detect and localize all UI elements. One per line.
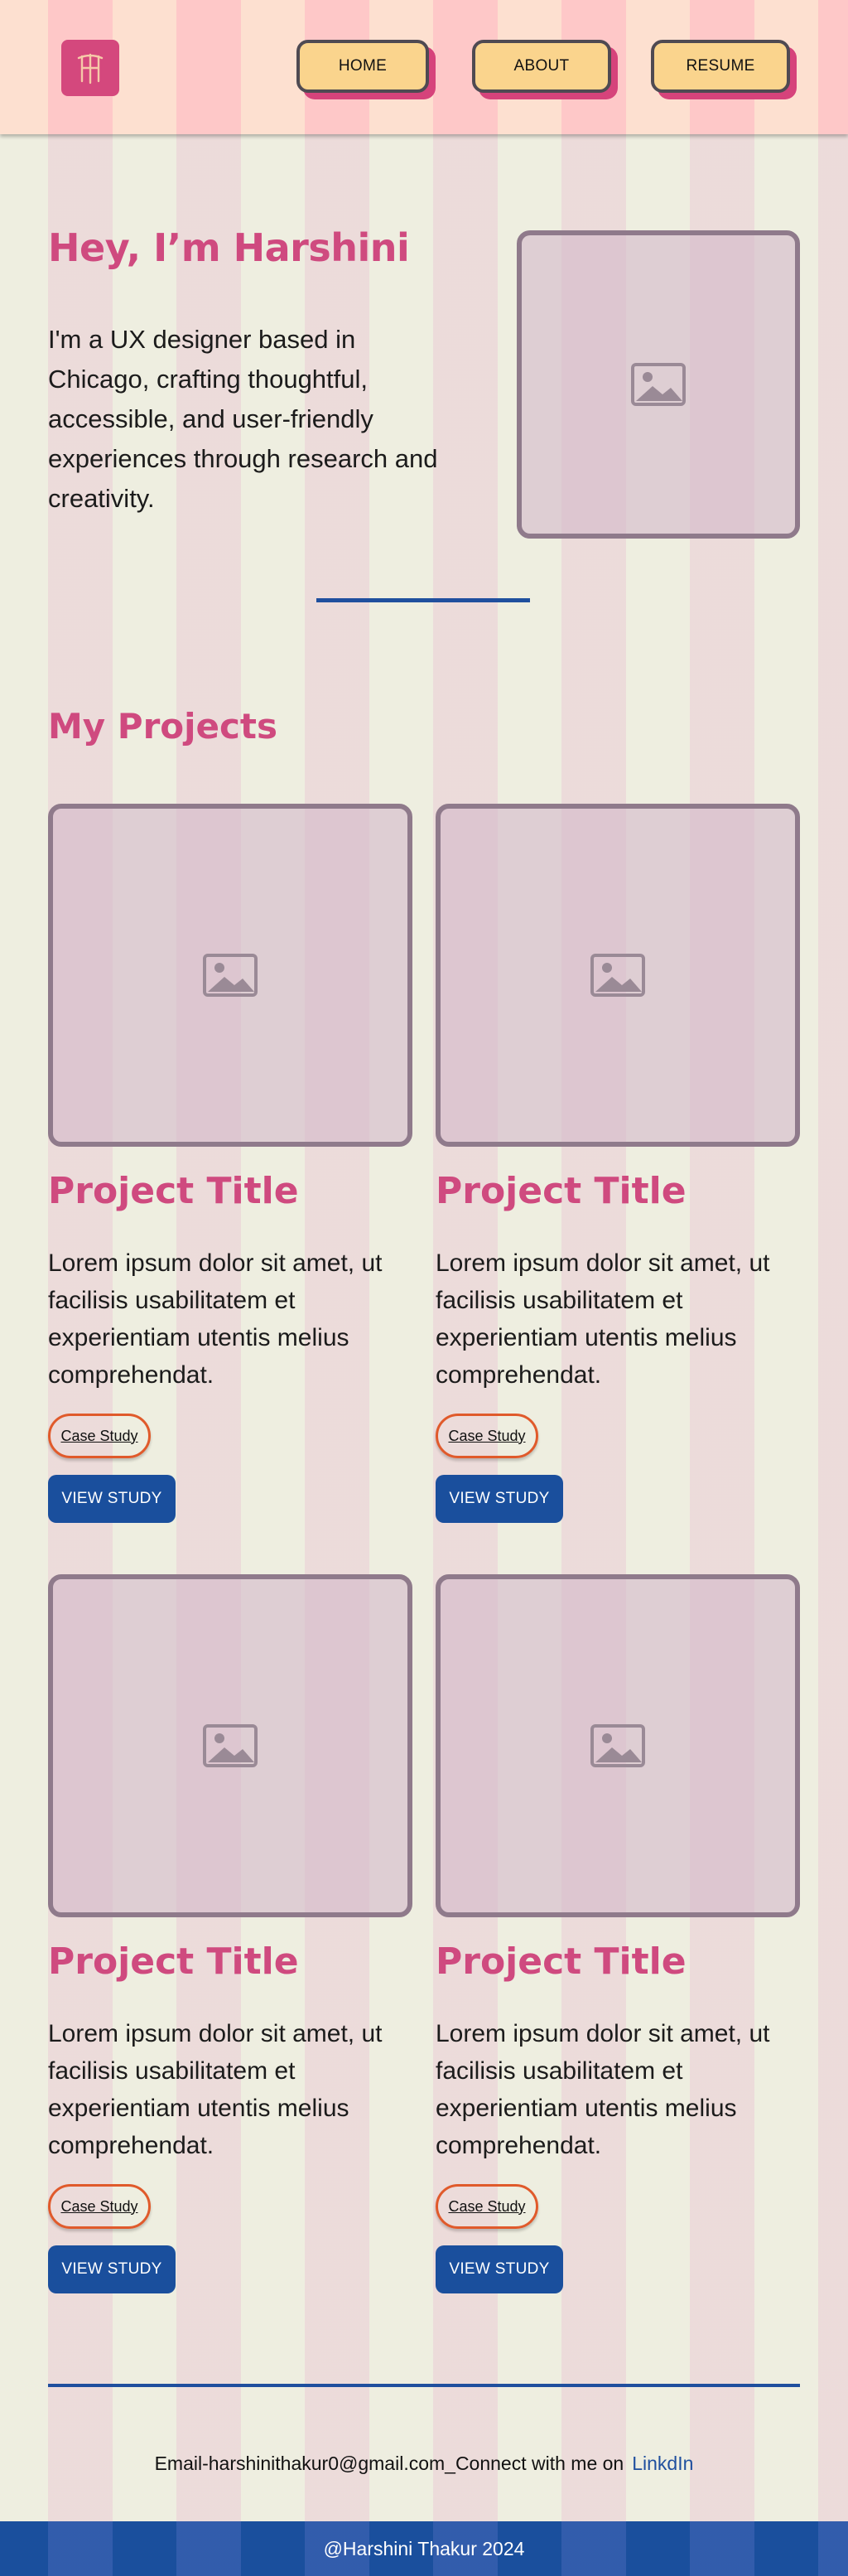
case-study-button[interactable]: Case Study bbox=[436, 1414, 538, 1458]
project-description: Lorem ipsum dolor sit amet, ut facilisis… bbox=[48, 2020, 383, 2159]
project-image-placeholder[interactable] bbox=[48, 804, 412, 1147]
footer-bar: @Harshini Thakur 2024 bbox=[0, 2521, 848, 2576]
contact-line: Email-harshinithakur0@gmail.com_Connect … bbox=[0, 2453, 848, 2475]
view-study-button[interactable]: VIEW STUDY bbox=[436, 1475, 563, 1523]
nav-resume-button[interactable]: RESUME bbox=[651, 40, 790, 93]
nav-about-button[interactable]: ABOUT bbox=[472, 40, 611, 93]
project-title: Project Title bbox=[48, 1170, 299, 1212]
logo-icon bbox=[77, 53, 104, 85]
project-description: Lorem ipsum dolor sit amet, ut facilisis… bbox=[436, 1249, 770, 1389]
image-placeholder-icon bbox=[203, 954, 258, 997]
hs-monogram-logo[interactable] bbox=[61, 40, 119, 96]
project-image-placeholder[interactable] bbox=[436, 804, 800, 1147]
project-description: Lorem ipsum dolor sit amet, ut facilisis… bbox=[436, 2020, 770, 2159]
view-study-button[interactable]: VIEW STUDY bbox=[48, 2245, 176, 2293]
hero-divider bbox=[316, 598, 530, 602]
project-title: Project Title bbox=[436, 1170, 687, 1212]
projects-section-title: My Projects bbox=[48, 706, 277, 747]
hero-image-placeholder bbox=[517, 230, 800, 539]
project-description: Lorem ipsum dolor sit amet, ut facilisis… bbox=[48, 1249, 383, 1389]
case-study-button[interactable]: Case Study bbox=[48, 2184, 151, 2229]
image-placeholder-icon bbox=[590, 954, 645, 997]
project-image-placeholder[interactable] bbox=[436, 1574, 800, 1917]
case-study-button[interactable]: Case Study bbox=[48, 1414, 151, 1458]
view-study-button[interactable]: VIEW STUDY bbox=[436, 2245, 563, 2293]
contact-text: Email-harshinithakur0@gmail.com_Connect … bbox=[154, 2453, 624, 2474]
nav-home-button[interactable]: HOME bbox=[296, 40, 429, 93]
project-title: Project Title bbox=[436, 1940, 687, 1983]
footer-divider bbox=[48, 2384, 800, 2387]
site-header: HOME ABOUT RESUME bbox=[0, 0, 848, 134]
linkedin-link[interactable]: LinkdIn bbox=[632, 2453, 693, 2474]
image-placeholder-icon bbox=[590, 1724, 645, 1767]
hero-description: I'm a UX designer based in Chicago, craf… bbox=[48, 325, 438, 513]
image-placeholder-icon bbox=[631, 363, 686, 406]
case-study-button[interactable]: Case Study bbox=[436, 2184, 538, 2229]
main-content: Hey, I’m Harshini I'm a UX designer base… bbox=[0, 0, 848, 2576]
image-placeholder-icon bbox=[203, 1724, 258, 1767]
view-study-button[interactable]: VIEW STUDY bbox=[48, 1475, 176, 1523]
project-image-placeholder[interactable] bbox=[48, 1574, 412, 1917]
project-title: Project Title bbox=[48, 1940, 299, 1983]
hero-title: Hey, I’m Harshini bbox=[48, 225, 410, 270]
copyright-text: @Harshini Thakur 2024 bbox=[323, 2537, 525, 2559]
